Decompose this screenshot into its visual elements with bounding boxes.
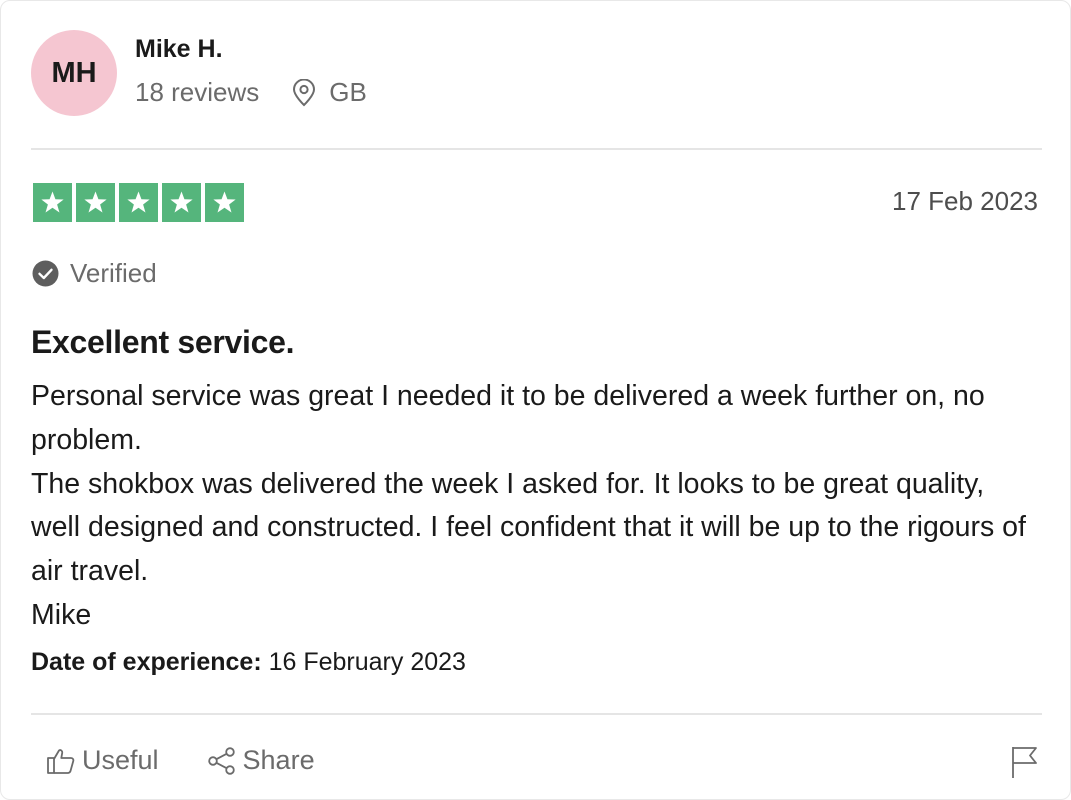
verified-badge[interactable]: Verified <box>32 258 157 289</box>
share-button[interactable]: Share <box>207 745 315 776</box>
experience-label: Date of experience: <box>31 648 262 676</box>
experience-date: 16 February 2023 <box>268 648 466 676</box>
review-date: 17 Feb 2023 <box>891 186 1038 216</box>
reviewer-name[interactable]: Mike H. <box>135 35 223 64</box>
avatar[interactable]: MH <box>31 30 117 116</box>
check-circle-icon <box>32 260 59 287</box>
star-icon <box>33 183 72 222</box>
star-rating <box>33 183 244 222</box>
share-icon <box>207 746 237 776</box>
flag-icon <box>1010 745 1040 784</box>
review-body-paragraph: The shokbox was delivered the week I ask… <box>31 467 1026 588</box>
review-actions: Useful Share <box>46 745 315 776</box>
reviewer-meta: 18 reviews GB <box>135 77 367 108</box>
review-card: MH Mike H. 18 reviews GB 17 Feb 2023 Ver… <box>0 0 1071 800</box>
star-icon <box>76 183 115 222</box>
date-of-experience: Date of experience: 16 February 2023 <box>31 648 466 677</box>
review-body-paragraph: Personal service was great I needed it t… <box>31 380 985 456</box>
review-body-paragraph: Mike <box>31 598 92 631</box>
useful-button[interactable]: Useful <box>46 745 159 776</box>
star-icon <box>119 183 158 222</box>
avatar-initials: MH <box>51 56 97 89</box>
review-body: Personal service was great I needed it t… <box>31 375 1041 638</box>
footer-divider <box>31 713 1042 715</box>
review-title: Excellent service. <box>31 324 295 360</box>
header-divider <box>31 148 1042 150</box>
location-pin-icon <box>291 78 317 107</box>
useful-label: Useful <box>82 745 159 775</box>
verified-label: Verified <box>70 258 157 288</box>
reviewer-location: GB <box>329 77 367 107</box>
flag-button[interactable] <box>1010 745 1040 784</box>
reviews-count: 18 reviews <box>135 77 260 107</box>
thumbs-up-icon <box>46 746 76 776</box>
share-label: Share <box>242 745 315 775</box>
star-icon <box>162 183 201 222</box>
star-icon <box>205 183 244 222</box>
